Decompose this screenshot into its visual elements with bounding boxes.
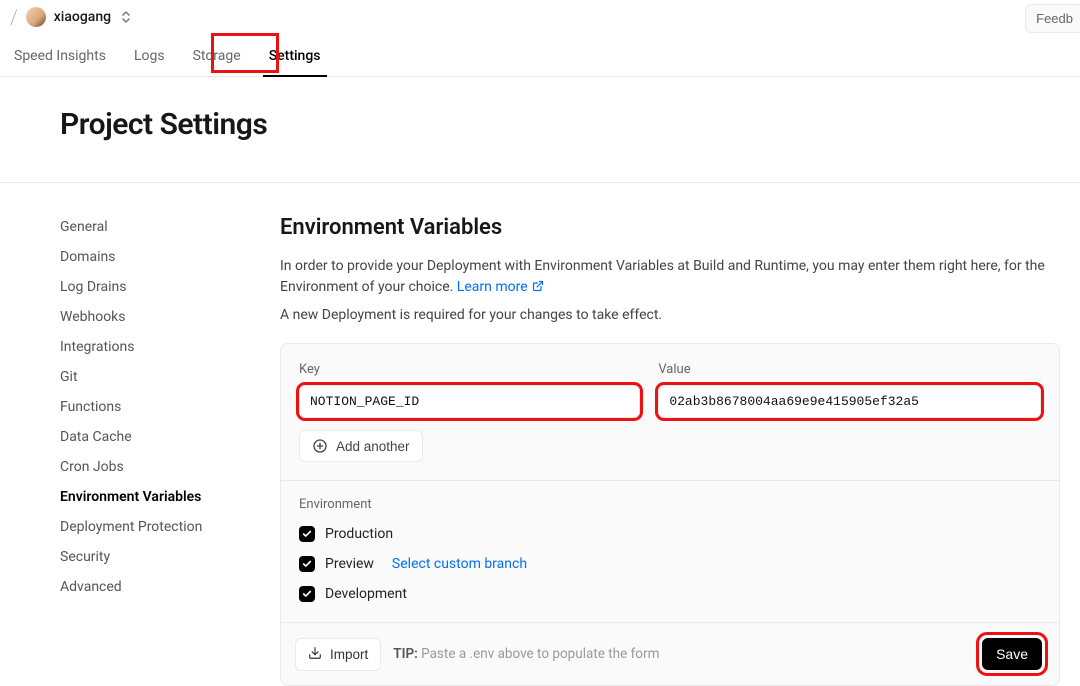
checkbox-production-label: Production — [325, 526, 393, 542]
save-button[interactable]: Save — [982, 638, 1042, 670]
highlight-save-button: Save — [979, 635, 1045, 673]
tab-logs[interactable]: Logs — [130, 40, 169, 76]
checkbox-development-label: Development — [325, 586, 407, 602]
tab-speed-insights[interactable]: Speed Insights — [10, 40, 110, 76]
sidebar-item-webhooks[interactable]: Webhooks — [60, 309, 260, 325]
feedback-button[interactable]: Feedb — [1025, 4, 1080, 33]
checkbox-preview-label: Preview — [325, 556, 374, 572]
tip-label: TIP: — [393, 646, 418, 662]
checkbox-development[interactable] — [299, 586, 315, 602]
section-description-text: In order to provide your Deployment with… — [280, 258, 1045, 295]
sidebar-item-git[interactable]: Git — [60, 369, 260, 385]
scope-switcher-icon[interactable] — [119, 10, 133, 24]
key-label: Key — [299, 362, 640, 377]
settings-sidebar: General Domains Log Drains Webhooks Inte… — [60, 215, 280, 686]
env-value-input[interactable] — [658, 385, 1041, 418]
learn-more-label: Learn more — [457, 279, 528, 295]
tip-text: TIP: Paste a .env above to populate the … — [393, 646, 659, 662]
sidebar-item-functions[interactable]: Functions — [60, 399, 260, 415]
tip-body: Paste a .env above to populate the form — [418, 646, 660, 662]
download-icon — [308, 646, 322, 663]
sidebar-item-advanced[interactable]: Advanced — [60, 579, 260, 595]
checkbox-preview[interactable] — [299, 556, 315, 572]
tab-settings[interactable]: Settings — [265, 40, 325, 76]
env-var-card: Key Value Add another Environment — [280, 343, 1060, 686]
section-description: In order to provide your Deployment with… — [280, 256, 1060, 299]
page-title: Project Settings — [60, 107, 1020, 142]
sidebar-item-environment-variables[interactable]: Environment Variables — [60, 489, 260, 505]
project-tabs: Speed Insights Logs Storage Settings — [0, 34, 1080, 77]
checkbox-production[interactable] — [299, 526, 315, 542]
import-button[interactable]: Import — [295, 638, 381, 671]
section-note: A new Deployment is required for your ch… — [280, 307, 1060, 323]
breadcrumb-slash: / — [10, 5, 18, 29]
sidebar-item-integrations[interactable]: Integrations — [60, 339, 260, 355]
value-label: Value — [658, 362, 1041, 377]
learn-more-link[interactable]: Learn more — [457, 279, 544, 295]
avatar[interactable] — [26, 7, 46, 27]
sidebar-item-general[interactable]: General — [60, 219, 260, 235]
sidebar-item-log-drains[interactable]: Log Drains — [60, 279, 260, 295]
tab-storage[interactable]: Storage — [189, 40, 245, 76]
env-key-input[interactable] — [299, 385, 640, 418]
project-name[interactable]: xiaogang — [54, 9, 111, 25]
select-custom-branch-link[interactable]: Select custom branch — [392, 556, 527, 572]
environment-label: Environment — [299, 497, 1041, 512]
sidebar-item-domains[interactable]: Domains — [60, 249, 260, 265]
sidebar-item-cron-jobs[interactable]: Cron Jobs — [60, 459, 260, 475]
breadcrumb: / xiaogang — [10, 5, 133, 29]
add-another-button[interactable]: Add another — [299, 430, 423, 462]
sidebar-item-security[interactable]: Security — [60, 549, 260, 565]
add-another-label: Add another — [336, 439, 410, 454]
external-link-icon — [532, 278, 544, 299]
sidebar-item-data-cache[interactable]: Data Cache — [60, 429, 260, 445]
sidebar-item-deployment-protection[interactable]: Deployment Protection — [60, 519, 260, 535]
plus-circle-icon — [312, 438, 328, 454]
section-heading: Environment Variables — [280, 215, 1060, 240]
import-label: Import — [330, 647, 368, 662]
